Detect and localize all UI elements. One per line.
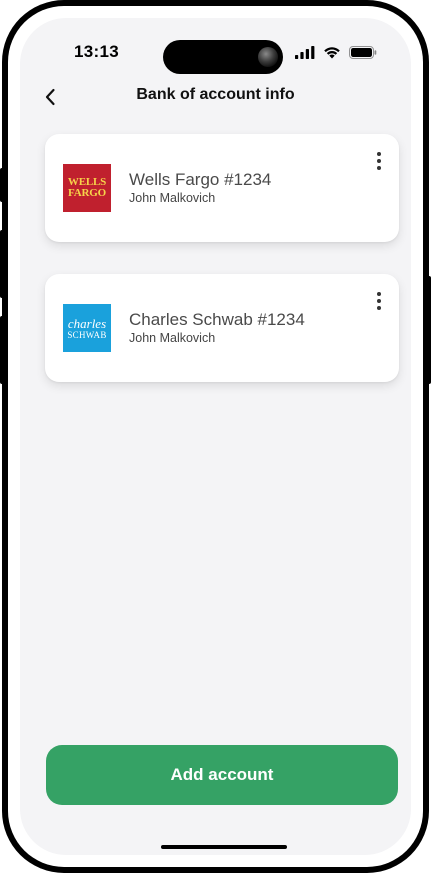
account-name: Wells Fargo #1234 — [129, 170, 272, 189]
power-button — [425, 276, 431, 384]
signal-icon — [295, 45, 315, 59]
phone-bezel: 13:13 Bank of account info WELLS FARGO W… — [8, 6, 423, 867]
account-card-wells-fargo[interactable]: WELLS FARGO Wells Fargo #1234 John Malko… — [45, 134, 399, 242]
account-card-charles-schwab[interactable]: charles SCHWAB Charles Schwab #1234 John… — [45, 274, 399, 382]
page-title: Bank of account info — [136, 86, 295, 103]
add-account-button[interactable]: Add account — [46, 745, 398, 805]
dynamic-island — [163, 40, 283, 74]
status-time: 13:13 — [74, 42, 119, 61]
screen: 13:13 Bank of account info WELLS FARGO W… — [20, 18, 411, 855]
battery-icon — [349, 45, 377, 59]
wells-fargo-logo: WELLS FARGO — [63, 164, 111, 212]
more-options-icon[interactable] — [369, 288, 389, 314]
account-holder: John Malkovich — [129, 331, 216, 345]
volume-down-button — [0, 316, 6, 384]
phone-frame: 13:13 Bank of account info WELLS FARGO W… — [0, 0, 431, 873]
wifi-icon — [324, 46, 340, 58]
account-holder: John Malkovich — [129, 191, 216, 205]
volume-up-button — [0, 230, 6, 298]
status-icons — [295, 45, 377, 59]
more-options-icon[interactable] — [369, 148, 389, 174]
silent-switch — [0, 168, 6, 202]
charles-schwab-logo: charles SCHWAB — [63, 304, 111, 352]
home-indicator[interactable] — [161, 845, 287, 849]
account-name: Charles Schwab #1234 — [129, 310, 305, 329]
camera-icon — [258, 47, 278, 67]
